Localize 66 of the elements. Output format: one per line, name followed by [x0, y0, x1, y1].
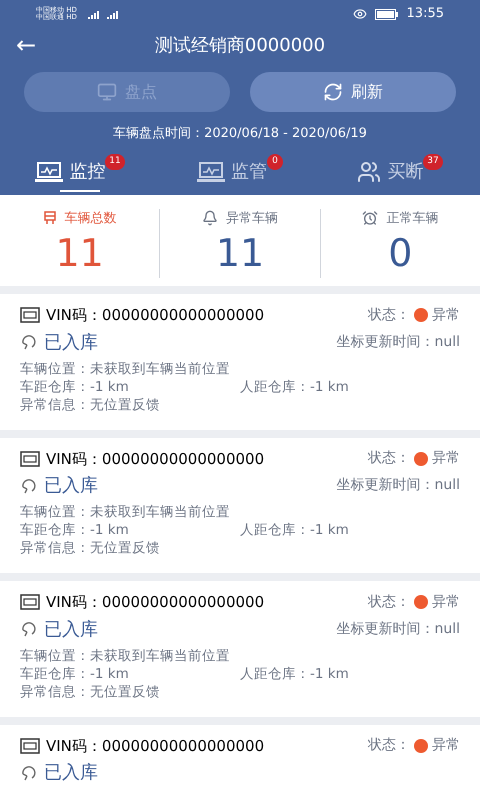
id-card-icon — [20, 450, 40, 467]
car-distance: 车距仓库：-1 km — [20, 378, 130, 396]
person-distance: 人距仓库：-1 km — [240, 521, 349, 539]
clock-time: 13:55 — [406, 5, 444, 24]
monitor-icon — [35, 160, 64, 182]
status-label: 状态： — [368, 592, 410, 612]
vehicle-location: 车辆位置：未获取到车辆当前位置 — [20, 360, 231, 378]
tab-underline — [60, 190, 100, 192]
monitor-icon — [97, 82, 117, 102]
stat-value: 11 — [216, 230, 264, 277]
inventory-period: 车辆盘点时间：2020/06/18 - 2020/06/19 — [112, 125, 368, 143]
monitor-icon — [197, 160, 225, 182]
tab[interactable]: 监管 0 — [160, 152, 320, 194]
stock-status: 已入库 — [44, 761, 98, 785]
stat-value: 11 — [55, 230, 104, 277]
stock-status: 已入库 — [44, 474, 98, 498]
vin-text: VIN码：00000000000000000 — [46, 305, 264, 326]
tab[interactable]: 监控 11 — [0, 152, 160, 194]
stat-label: 正常车辆 — [386, 210, 438, 228]
coordinate-time: 坐标更新时间：null — [336, 620, 460, 638]
people-icon — [357, 160, 382, 184]
tab[interactable]: 买断 37 — [320, 152, 480, 194]
count-badge: 37 — [423, 154, 443, 170]
status-text: 异常 — [432, 306, 460, 325]
car-distance: 车距仓库：-1 km — [20, 521, 130, 539]
battery-icon — [374, 8, 399, 20]
person-distance: 人距仓库：-1 km — [240, 664, 349, 682]
vehicle-card[interactable]: VIN码：00000000000000000 状态： 异常 已入库 坐标更新时间：null 车辆位置：未获取到车辆当前位置 车距仓库：-1 km 人距仓库：-1 km 异常信息：无位置反馈 — [0, 438, 480, 573]
page-title: 测试经销商0000000 — [154, 34, 326, 58]
refresh-icon — [323, 82, 343, 102]
count-badge: 11 — [105, 154, 125, 170]
refresh-button[interactable]: 刷新 — [250, 72, 456, 112]
stat-value: 0 — [388, 230, 412, 277]
status-text: 异常 — [432, 449, 460, 468]
vin-text: VIN码：00000000000000000 — [46, 736, 264, 756]
bell-icon — [202, 210, 218, 226]
coordinate-time: 坐标更新时间：null — [336, 476, 460, 495]
stat-label: 异常车辆 — [226, 210, 278, 228]
eye-icon — [352, 7, 367, 21]
vehicle-location: 车辆位置：未获取到车辆当前位置 — [20, 503, 231, 521]
vehicle-card[interactable]: VIN码：00000000000000000 状态： 异常 已入库 — [0, 724, 480, 800]
count-badge: 0 — [267, 154, 283, 170]
stock-status: 已入库 — [44, 330, 98, 354]
back-button[interactable]: ← — [16, 33, 36, 57]
error-info: 异常信息：无位置反馈 — [20, 396, 161, 414]
alarm-clock-icon — [362, 210, 378, 226]
status-label: 状态： — [368, 736, 410, 756]
status-text: 异常 — [432, 592, 460, 612]
vehicle-card[interactable]: VIN码：00000000000000000 状态： 异常 已入库 坐标更新时间：null 车辆位置：未获取到车辆当前位置 车距仓库：-1 km 人距仓库：-1 km 异常信息：无位置反馈 — [0, 294, 480, 430]
error-info: 异常信息：无位置反馈 — [20, 539, 161, 557]
status-label: 状态： — [368, 306, 410, 325]
status-text: 异常 — [432, 736, 460, 756]
id-card-icon — [20, 307, 40, 324]
status-label: 状态： — [368, 449, 410, 468]
vin-text: VIN码：00000000000000000 — [46, 592, 264, 613]
stock-status: 已入库 — [44, 618, 98, 642]
vehicle-location: 车辆位置：未获取到车辆当前位置 — [20, 646, 231, 664]
car-distance: 车距仓库：-1 km — [20, 664, 130, 682]
stat-label: 车辆总数 — [64, 210, 117, 228]
error-info: 异常信息：无位置反馈 — [20, 682, 161, 700]
id-card-icon — [20, 594, 40, 610]
vehicle-card[interactable]: VIN码：00000000000000000 状态： 异常 已入库 坐标更新时间：null 车辆位置：未获取到车辆当前位置 车距仓库：-1 km 人距仓库：-1 km 异常信息：无位置反馈 — [0, 581, 480, 716]
id-card-icon — [20, 738, 40, 754]
person-distance: 人距仓库：-1 km — [240, 378, 349, 396]
vin-text: VIN码：00000000000000000 — [46, 448, 264, 470]
coordinate-time: 坐标更新时间：null — [336, 332, 460, 352]
